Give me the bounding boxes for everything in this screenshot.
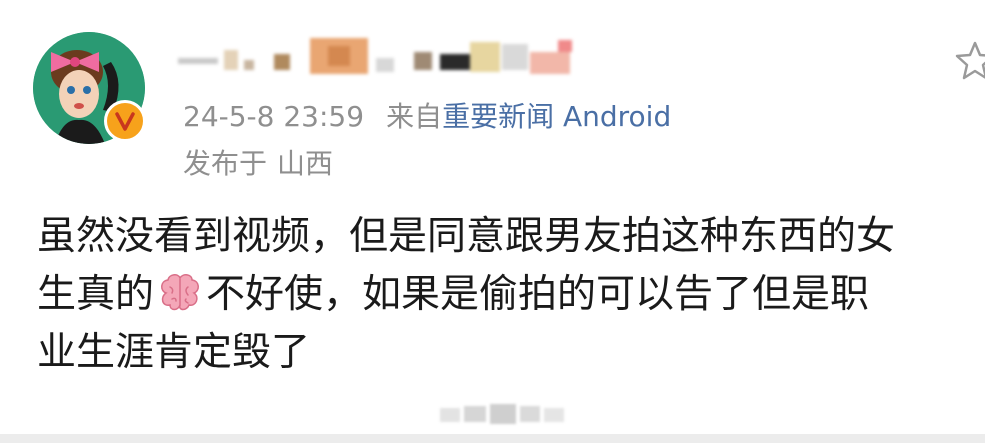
star-outline-icon[interactable]: [955, 40, 985, 80]
post-body-line: 虽然没看到视频，但是同意跟男友拍这种东西的女: [37, 214, 896, 259]
post-body-text: 不好使，如果是偷拍的可以告了但是职: [206, 272, 870, 317]
post-body: 虽然没看到视频，但是同意跟男友拍这种东西的女 生真的 不好使，如果是偷拍的可以告…: [37, 208, 985, 382]
verified-v-badge-icon: [104, 100, 146, 142]
username-redacted[interactable]: [178, 36, 598, 86]
post-timestamp: 24-5-8 23:59: [183, 100, 365, 133]
blurred-watermark: [440, 400, 565, 428]
bottom-divider: [0, 434, 985, 443]
location-label: 发布于: [183, 147, 268, 180]
post-body-line: 生真的 不好使，如果是偷拍的可以告了但是职: [37, 266, 985, 324]
post-body-line: 业生涯肯定毁了: [37, 330, 311, 375]
source-app-link[interactable]: 重要新闻 Android: [442, 100, 671, 133]
brain-emoji-icon: [158, 272, 202, 312]
post-meta: 24-5-8 23:59 来自重要新闻 Android: [183, 98, 671, 136]
post-location: 发布于 山西: [183, 145, 333, 183]
post-body-text: 生真的: [37, 272, 155, 317]
from-label: 来自: [386, 100, 443, 133]
location-value: 山西: [277, 147, 334, 180]
